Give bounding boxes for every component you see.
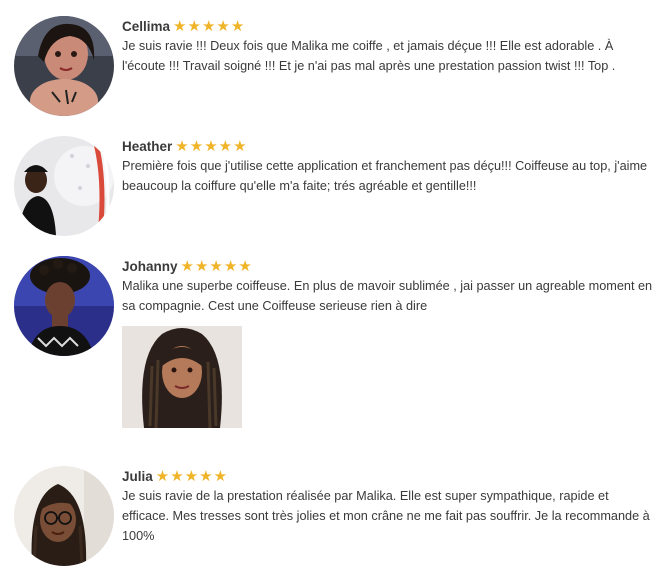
reviewer-name: Cellima	[122, 18, 171, 34]
star-icon: ★	[213, 466, 228, 485]
review-photo[interactable]	[122, 326, 242, 428]
reviewer-name: Heather	[122, 138, 173, 154]
star-icon: ★	[155, 466, 170, 485]
star-rating: ★ ★ ★ ★ ★	[173, 16, 245, 35]
star-icon: ★	[204, 136, 218, 155]
star-icon: ★	[230, 16, 245, 35]
reviewer-name: Julia	[122, 468, 153, 484]
star-icon: ★	[175, 136, 189, 155]
star-rating: ★ ★ ★ ★ ★	[155, 466, 228, 485]
star-icon: ★	[233, 136, 247, 155]
reviewer-avatar[interactable]	[14, 466, 114, 566]
review-text: Malika une superbe coiffeuse. En plus de…	[122, 279, 653, 313]
star-icon: ★	[184, 466, 199, 485]
review-text: Première fois que j'utilise cette applic…	[122, 159, 648, 193]
star-rating: ★ ★ ★ ★ ★	[180, 256, 253, 275]
star-icon: ★	[194, 256, 209, 275]
star-icon: ★	[187, 16, 201, 35]
star-icon: ★	[189, 136, 204, 155]
reviewer-avatar[interactable]	[14, 256, 114, 356]
reviewer-avatar[interactable]	[14, 136, 114, 236]
review-photo-image	[122, 326, 242, 428]
review-text: Je suis ravie de la prestation réalisée …	[122, 489, 650, 543]
avatar-image	[14, 256, 114, 356]
avatar-image	[14, 136, 114, 236]
star-icon: ★	[199, 466, 213, 485]
star-icon: ★	[173, 16, 187, 35]
reviewer-name: Johanny	[122, 258, 178, 274]
avatar-image	[14, 16, 114, 116]
star-icon: ★	[209, 256, 223, 275]
star-icon: ★	[223, 256, 238, 275]
avatar-image	[14, 466, 114, 566]
star-icon: ★	[216, 16, 230, 35]
star-icon: ★	[201, 16, 216, 35]
star-icon: ★	[238, 256, 252, 275]
reviewer-avatar[interactable]	[14, 16, 114, 116]
star-icon: ★	[180, 256, 194, 275]
star-rating: ★ ★ ★ ★ ★	[175, 136, 247, 155]
review-text: Je suis ravie !!! Deux fois que Malika m…	[122, 39, 616, 73]
star-icon: ★	[170, 466, 184, 485]
star-icon: ★	[218, 136, 233, 155]
